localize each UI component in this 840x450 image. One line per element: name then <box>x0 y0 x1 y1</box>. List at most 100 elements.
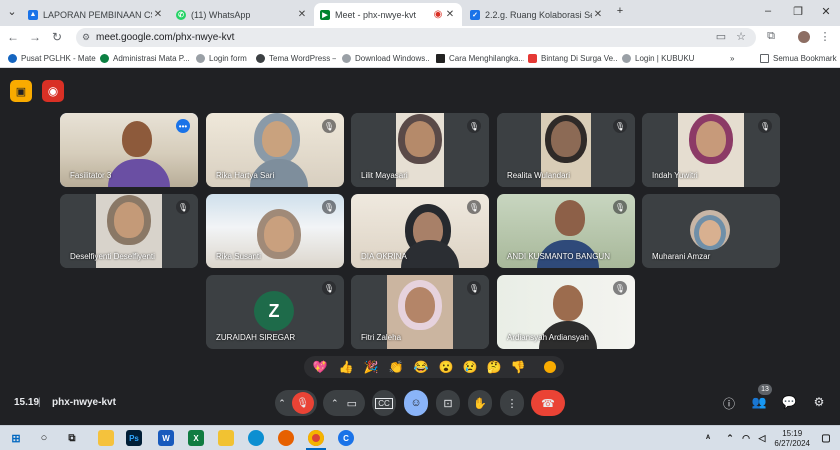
tab-search-icon[interactable]: ⌄ <box>4 5 20 18</box>
bookmark-item[interactable]: Login | KUBUKU <box>622 51 698 66</box>
chevron-up-icon[interactable]: ⌃ <box>278 398 286 409</box>
raise-hand-button[interactable]: ✋ <box>468 390 492 416</box>
chevron-up-icon[interactable]: ⌃ <box>331 398 339 409</box>
volume-icon[interactable]: ◁ <box>754 430 770 446</box>
bookmark-item[interactable]: Administrasi Mata P... <box>100 51 192 66</box>
participant-tile[interactable]: 🎙 DIA OKRINA <box>351 194 489 268</box>
chrome-icon[interactable] <box>308 430 324 446</box>
mic-off-icon: 🎙 <box>467 119 481 133</box>
chevron-up-icon[interactable]: ⌃ <box>722 430 738 446</box>
chat-icon[interactable]: 💬 <box>780 395 798 413</box>
people-icon[interactable]: 👥 <box>750 395 768 413</box>
participant-face <box>696 121 726 157</box>
tab-meet[interactable]: ▶ Meet - phx-nwye-kvt ◉ ✕ <box>314 3 462 26</box>
tab-whatsapp[interactable]: ✆ (11) WhatsApp ✕ <box>170 3 314 26</box>
bookmark-item[interactable]: Pusat PGLHK - Materi <box>8 51 96 66</box>
bookmark-star-icon[interactable]: ☆ <box>734 30 748 43</box>
menu-icon[interactable]: ⋮ <box>818 30 832 43</box>
participant-tile[interactable]: Muharani Amzar <box>642 194 780 268</box>
reload-icon[interactable]: ↻ <box>50 30 64 44</box>
camera-status-icon[interactable]: ▭ <box>714 30 728 43</box>
leave-call-button[interactable]: ☎ <box>531 390 565 416</box>
participant-avatar: Z <box>254 291 294 331</box>
bookmark-item[interactable]: Cara Menghilangka... <box>436 51 524 66</box>
close-icon[interactable]: ✕ <box>152 9 164 20</box>
captions-button[interactable]: CC <box>372 390 396 416</box>
wifi-icon[interactable]: ◠ <box>738 430 754 446</box>
mic-off-icon: 🎙 <box>613 200 627 214</box>
site-info-icon[interactable]: ⚙ <box>82 28 90 47</box>
sticky-notes-icon[interactable] <box>98 430 114 446</box>
participant-tile[interactable]: ••• Fasilitator 3 <box>60 113 198 187</box>
participant-tile[interactable]: 🎙 Lilit Mayasari <box>351 113 489 187</box>
wordpress-icon <box>256 54 265 63</box>
participant-face <box>405 287 435 323</box>
excel-icon[interactable]: X <box>188 430 204 446</box>
network-user-icon[interactable]: ᴬ <box>700 430 716 446</box>
info-icon[interactable]: ⓘ <box>720 395 738 413</box>
new-tab-icon[interactable]: + <box>612 5 628 17</box>
reaction-button[interactable]: 😮 <box>436 357 456 377</box>
camera-icon[interactable]: ▭ <box>347 397 357 410</box>
participant-tile[interactable]: Z 🎙 ZURAIDAH SIREGAR <box>206 275 344 349</box>
reaction-button[interactable]: 🤔 <box>484 357 504 377</box>
more-options-icon[interactable]: ••• <box>176 119 190 133</box>
word-icon[interactable]: W <box>158 430 174 446</box>
camera-control[interactable]: ⌃ ▭ <box>323 390 365 416</box>
bookmark-item[interactable]: Download Windows... <box>342 51 430 66</box>
close-icon[interactable]: ✕ <box>296 9 308 20</box>
back-icon[interactable]: ← <box>6 30 20 44</box>
mic-off-icon[interactable]: 🎙 <box>291 392 314 414</box>
app-icon[interactable]: C <box>338 430 354 446</box>
participant-tile[interactable]: 🎙 Rika Susanti <box>206 194 344 268</box>
bookmark-item[interactable]: Login form <box>196 51 252 66</box>
tab-ruang-kolaborasi[interactable]: ✓ 2.2.g. Ruang Kolaborasi Sesi 1 ✕ <box>464 3 610 26</box>
profile-avatar[interactable] <box>798 31 810 43</box>
photoshop-icon[interactable]: Ps <box>126 430 142 446</box>
participant-tile[interactable]: 🎙 Deselfiyenti Deselfiyenti <box>60 194 198 268</box>
present-button[interactable]: ⊡ <box>436 390 460 416</box>
windows-start-icon[interactable]: ⊞ <box>8 430 24 446</box>
reaction-button[interactable]: 😢 <box>460 357 480 377</box>
maximize-icon[interactable]: ❐ <box>790 5 806 18</box>
activities-icon[interactable]: ⚙ <box>810 395 828 413</box>
participant-tile[interactable]: 🎙 Realita Wulandari <box>497 113 635 187</box>
participant-tile[interactable]: 🎙 Ardiansyah Ardiansyah <box>497 275 635 349</box>
minimize-icon[interactable]: – <box>760 5 776 17</box>
forward-icon[interactable]: → <box>28 30 42 44</box>
more-bookmarks-icon[interactable]: » <box>730 51 742 66</box>
participant-tile[interactable]: 🎙 Indah Yuwitri <box>642 113 780 187</box>
reaction-button[interactable]: 👍 <box>336 357 356 377</box>
more-options-button[interactable]: ⋮ <box>500 390 524 416</box>
task-view-icon[interactable]: ⧉ <box>64 430 80 446</box>
firefox-icon[interactable] <box>278 430 294 446</box>
participant-tile[interactable]: 🎙 Rika Hartya Sari <box>206 113 344 187</box>
address-bar[interactable]: ⚙ meet.google.com/phx-nwye-kvt <box>76 28 756 47</box>
captions-off-icon[interactable]: ▣ <box>10 80 32 102</box>
file-explorer-icon[interactable] <box>218 430 234 446</box>
taskbar-clock[interactable]: 15:19 6/27/2024 <box>774 429 810 449</box>
close-icon[interactable]: ✕ <box>592 9 604 20</box>
reaction-button[interactable]: 🎉 <box>361 357 381 377</box>
close-icon[interactable]: ✕ <box>444 9 456 20</box>
skin-tone-icon[interactable] <box>540 357 560 377</box>
mic-control[interactable]: ⌃ 🎙 <box>275 390 317 416</box>
search-icon[interactable]: ○ <box>36 430 52 446</box>
extensions-icon[interactable]: ⧉ <box>764 30 778 43</box>
participant-tile[interactable]: 🎙 Fitri Zaleha <box>351 275 489 349</box>
bookmark-item[interactable]: Bintang Di Surga Ve... <box>528 51 618 66</box>
emoji-button[interactable]: ☺ <box>404 390 428 416</box>
close-window-icon[interactable]: ✕ <box>818 5 834 18</box>
participant-face <box>114 202 144 238</box>
all-bookmarks-folder[interactable]: Semua Bookmark <box>760 51 838 66</box>
reaction-button[interactable]: 😂 <box>411 357 431 377</box>
notification-icon[interactable]: ▢ <box>818 430 834 446</box>
recording-indicator-icon[interactable]: ◉ <box>42 80 64 102</box>
tab-laporan[interactable]: ▲ LAPORAN PEMBINAAN CSAM ✕ <box>22 3 170 26</box>
reaction-button[interactable]: 👏 <box>386 357 406 377</box>
reaction-button[interactable]: 👎 <box>508 357 528 377</box>
reaction-button[interactable]: 💖 <box>310 357 330 377</box>
bookmark-item[interactable]: Tema WordPress –... <box>256 51 336 66</box>
participant-tile[interactable]: 🎙 ANDI KUSMANTO BANGUN <box>497 194 635 268</box>
edge-icon[interactable] <box>248 430 264 446</box>
